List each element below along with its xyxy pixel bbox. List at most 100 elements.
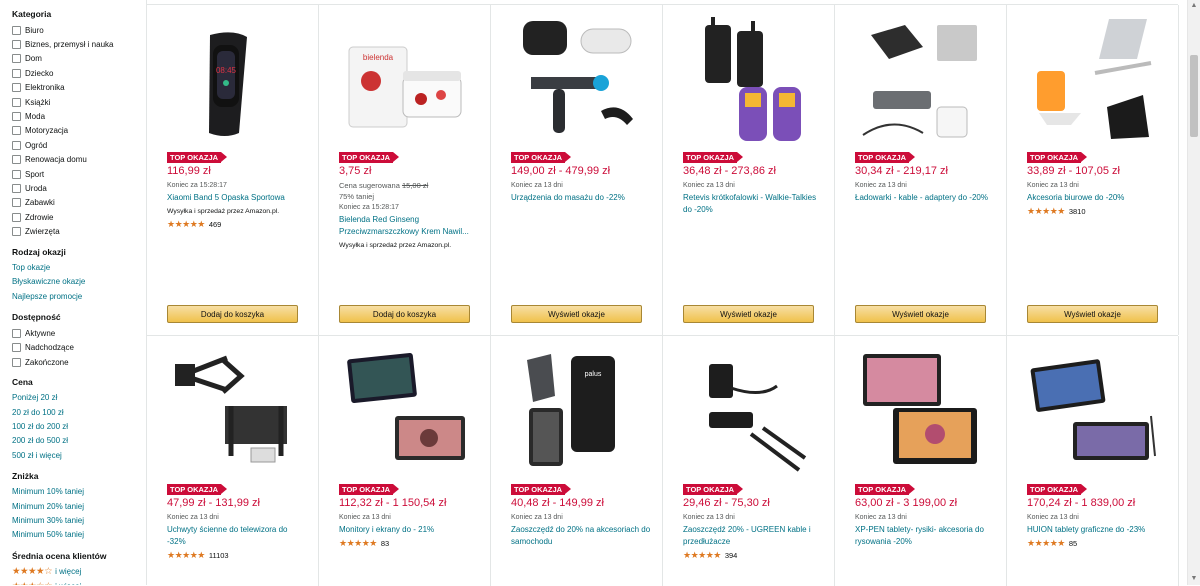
- add-to-cart-button[interactable]: Dodaj do koszyka: [339, 305, 470, 323]
- checkbox[interactable]: [12, 169, 21, 179]
- filter-link[interactable]: Najlepsze promocje: [12, 290, 146, 304]
- checkbox[interactable]: [12, 126, 21, 136]
- checkbox[interactable]: [12, 212, 21, 222]
- filter-sidebar: Kategoria Biuro Biznes, przemysł i nauka D…: [0, 0, 146, 585]
- scroll-up-arrow-icon[interactable]: ▲: [1190, 2, 1198, 10]
- checkbox[interactable]: [12, 54, 21, 64]
- checkbox[interactable]: [12, 140, 21, 150]
- view-deal-button[interactable]: Wyświetl okazje: [1027, 305, 1158, 323]
- filter-link[interactable]: Poniżej 20 zł: [12, 391, 146, 405]
- deal-timer: Koniec za 13 dni: [511, 182, 563, 189]
- filter-link[interactable]: Minimum 30% taniej: [12, 514, 146, 528]
- add-to-cart-button[interactable]: Dodaj do koszyka: [167, 305, 298, 323]
- portable-monitors-image[interactable]: [337, 346, 473, 476]
- checkbox[interactable]: [12, 112, 21, 122]
- rating[interactable]: ★★★★★ 83: [339, 538, 479, 549]
- deal-price: 3,75 zł: [339, 165, 372, 177]
- filter-option[interactable]: Elektronika: [12, 81, 146, 95]
- deal-title-link[interactable]: Urządzenia do masażu do -22%: [511, 192, 651, 204]
- view-deal-button[interactable]: Wyświetl okazje: [855, 305, 986, 323]
- filter-link[interactable]: Minimum 50% taniej: [12, 528, 146, 542]
- checkbox[interactable]: [12, 68, 21, 78]
- checkbox[interactable]: [12, 83, 21, 93]
- filter-link[interactable]: Błyskawiczne okazje: [12, 275, 146, 289]
- deal-price: 116,99 zł: [167, 165, 211, 177]
- checkbox[interactable]: [12, 155, 21, 165]
- deal-title-link[interactable]: Akcesoria biurowe do -20%: [1027, 192, 1167, 204]
- deal-title-link[interactable]: XP-PEN tablety- rysiki- akcesoria do rys…: [855, 524, 995, 548]
- checkbox[interactable]: [12, 97, 21, 107]
- star-rating-icon: ★★★☆☆: [12, 581, 53, 585]
- filter-option[interactable]: Ogród: [12, 138, 146, 152]
- rating-filter[interactable]: ★★★☆☆i więcej: [12, 579, 146, 585]
- filter-option[interactable]: Motoryzacja: [12, 124, 146, 138]
- checkbox[interactable]: [12, 357, 21, 367]
- drawing-displays-image[interactable]: [853, 346, 989, 476]
- deal-title-link[interactable]: Bielenda Red Ginseng Przeciwzmarszczkowy…: [339, 214, 479, 238]
- deal-title-link[interactable]: Zaoszczędź 20% - UGREEN kable i przedłuż…: [683, 524, 823, 548]
- filter-option[interactable]: Aktywne: [12, 326, 146, 340]
- view-deal-button[interactable]: Wyświetl okazje: [511, 305, 642, 323]
- graphic-tablets-image[interactable]: [1025, 346, 1161, 476]
- checkbox[interactable]: [12, 40, 21, 50]
- deal-badge: TOP OKAZJA: [339, 484, 400, 495]
- checkbox[interactable]: [12, 343, 21, 353]
- cream-jars-image[interactable]: [337, 15, 473, 145]
- checkbox[interactable]: [12, 25, 21, 35]
- scroll-down-arrow-icon[interactable]: ▼: [1190, 575, 1198, 583]
- tv-mounts-image[interactable]: [165, 346, 301, 476]
- view-deal-button[interactable]: Wyświetl okazje: [683, 305, 814, 323]
- filter-option[interactable]: Zakończone: [12, 355, 146, 369]
- scrollbar-thumb[interactable]: [1190, 55, 1198, 137]
- deal-title-link[interactable]: HUION tablety graficzne do -23%: [1027, 524, 1167, 536]
- checkbox[interactable]: [12, 183, 21, 193]
- deal-title-link[interactable]: Zaoszczędź do 20% na akcesoriach do samo…: [511, 524, 651, 548]
- filter-option[interactable]: Uroda: [12, 181, 146, 195]
- filter-link[interactable]: 500 zł i więcej: [12, 449, 146, 463]
- fitness-band-image[interactable]: [165, 15, 301, 145]
- filter-link[interactable]: 100 zł do 200 zł: [12, 420, 146, 434]
- chargers-image[interactable]: [853, 15, 989, 145]
- checkbox[interactable]: [12, 227, 21, 237]
- filter-option[interactable]: Sport: [12, 167, 146, 181]
- filter-link[interactable]: 200 zł do 500 zł: [12, 434, 146, 448]
- filter-option[interactable]: Dom: [12, 52, 146, 66]
- filter-option[interactable]: Dziecko: [12, 66, 146, 80]
- deal-timer: Koniec za 13 dni: [683, 182, 735, 189]
- rating[interactable]: ★★★★★ 469: [167, 219, 307, 230]
- filter-link[interactable]: Top okazje: [12, 261, 146, 275]
- filter-link[interactable]: 20 zł do 100 zł: [12, 406, 146, 420]
- filter-option[interactable]: Zabawki: [12, 196, 146, 210]
- car-accessories-image[interactable]: [509, 346, 645, 476]
- rating-filter[interactable]: ★★★★☆ i więcej: [12, 565, 146, 579]
- filter-option[interactable]: Nadchodzące: [12, 340, 146, 354]
- laptop-stands-image[interactable]: [1025, 15, 1161, 145]
- walkie-talkies-image[interactable]: [681, 15, 817, 145]
- deal-title-link[interactable]: Xiaomi Band 5 Opaska Sportowa: [167, 192, 307, 204]
- deal-title-link[interactable]: Uchwyty ścienne do telewizora do -32%: [167, 524, 307, 548]
- deal-title-link[interactable]: Retevis krótkofalowki - Walkie-Talkies d…: [683, 192, 823, 216]
- cables-image[interactable]: [681, 346, 817, 476]
- deal-details: Koniec za 13 dni Akcesoria biurowe do -20…: [1027, 180, 1167, 217]
- rating[interactable]: ★★★★★ 394: [683, 550, 823, 561]
- rating[interactable]: ★★★★★ 85: [1027, 538, 1167, 549]
- filter-option[interactable]: Zdrowie: [12, 210, 146, 224]
- filter-option[interactable]: Biuro: [12, 23, 146, 37]
- filter-option[interactable]: Moda: [12, 109, 146, 123]
- massage-devices-image[interactable]: [509, 15, 645, 145]
- filter-option[interactable]: Zwierzęta: [12, 224, 146, 238]
- deal-title-link[interactable]: Monitory i ekrany do - 21%: [339, 524, 479, 536]
- filter-link[interactable]: Minimum 20% taniej: [12, 500, 146, 514]
- filter-option[interactable]: Biznes, przemysł i nauka: [12, 37, 146, 51]
- rating[interactable]: ★★★★★ 11103: [167, 550, 307, 561]
- checkbox[interactable]: [12, 328, 21, 338]
- rating[interactable]: ★★★★★ 3810: [1027, 206, 1167, 217]
- deal-card: TOP OKAZJA 112,32 zł - 1 150,54 zł Koniec …: [319, 336, 491, 586]
- vertical-scrollbar[interactable]: ▲ ▼: [1187, 0, 1200, 585]
- filter-option[interactable]: Książki: [12, 95, 146, 109]
- filter-option[interactable]: Renowacja domu: [12, 153, 146, 167]
- filter-link[interactable]: Minimum 10% taniej: [12, 485, 146, 499]
- deal-title-link[interactable]: Ładowarki - kable - adaptery do -20%: [855, 192, 995, 204]
- deal-price: 47,99 zł - 131,99 zł: [167, 497, 260, 509]
- checkbox[interactable]: [12, 198, 21, 208]
